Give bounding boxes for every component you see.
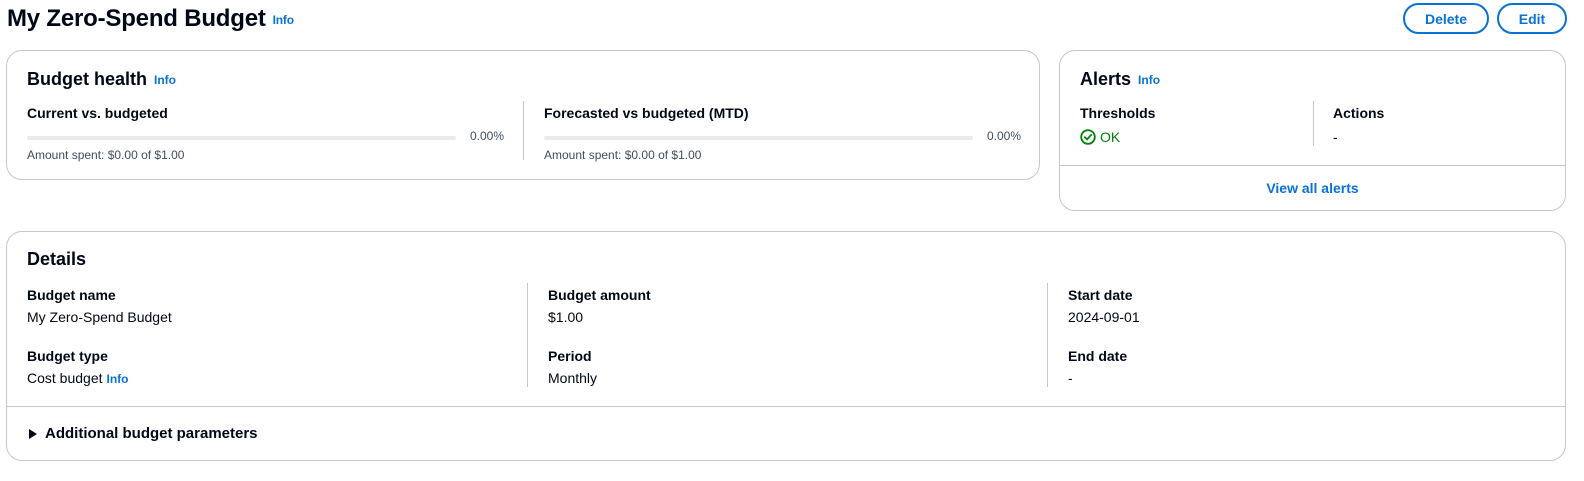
page-title-text: My Zero-Spend Budget	[7, 5, 266, 32]
forecast-progress-percent: 0.00%	[986, 129, 1021, 143]
period-field: Period Monthly	[548, 346, 597, 388]
budget-amount-label: Budget amount	[548, 287, 651, 303]
budget-health-title: Budget health Info	[27, 68, 176, 91]
budget-health-card: Budget health Info Current vs. budgeted 0…	[6, 50, 1040, 180]
forecast-progress-track	[544, 136, 973, 140]
budget-name-label: Budget name	[27, 287, 116, 303]
view-all-alerts-link[interactable]: View all alerts	[1060, 180, 1565, 196]
details-title: Details	[27, 249, 87, 269]
forecasted-vs-budgeted-metric: Forecasted vs budgeted (MTD) 0.00% Amoun…	[544, 103, 1021, 162]
alerts-title: Alerts Info	[1080, 68, 1160, 91]
current-vs-budgeted-metric: Current vs. budgeted 0.00% Amount spent:…	[27, 103, 504, 162]
end-date-field: End date -	[1068, 346, 1127, 388]
details-divider-2	[1047, 283, 1048, 387]
budget-health-info-link[interactable]: Info	[154, 73, 176, 87]
start-date-field: Start date 2024-09-01	[1068, 285, 1140, 327]
thresholds-label: Thresholds	[1080, 105, 1156, 121]
health-column-divider	[523, 101, 524, 160]
start-date-value: 2024-09-01	[1068, 309, 1140, 325]
alerts-card: Alerts Info Thresholds OK Actions - View …	[1059, 50, 1566, 211]
delete-button[interactable]: Delete	[1403, 3, 1489, 34]
edit-button[interactable]: Edit	[1497, 3, 1567, 34]
budget-type-value-row: Cost budget Info	[27, 368, 129, 389]
forecasted-vs-budgeted-label: Forecasted vs budgeted (MTD)	[544, 105, 749, 121]
period-value: Monthly	[548, 370, 598, 386]
current-amount-spent: Amount spent: $0.00 of $1.00	[27, 148, 185, 162]
actions-label: Actions	[1333, 105, 1385, 121]
status-positive-icon	[1080, 129, 1096, 145]
caret-right-icon	[29, 428, 37, 439]
current-progress-percent: 0.00%	[469, 129, 504, 143]
alerts-title-text: Alerts	[1080, 69, 1132, 89]
additional-budget-parameters-label: Additional budget parameters	[45, 425, 258, 442]
details-divider-1	[527, 283, 528, 387]
budget-name-field: Budget name My Zero-Spend Budget	[27, 285, 172, 327]
budget-type-info-link[interactable]: Info	[107, 372, 129, 386]
budget-type-value: Cost budget	[27, 370, 103, 386]
alerts-info-link[interactable]: Info	[1138, 73, 1160, 87]
current-vs-budgeted-label: Current vs. budgeted	[27, 105, 168, 121]
thresholds-field: Thresholds OK	[1080, 103, 1155, 147]
budget-type-label: Budget type	[27, 348, 108, 364]
end-date-label: End date	[1068, 348, 1128, 364]
page-title: My Zero-Spend Budget Info	[7, 5, 294, 34]
end-date-value: -	[1068, 370, 1073, 386]
page-info-link[interactable]: Info	[273, 13, 294, 27]
period-label: Period	[548, 348, 592, 364]
current-progress-bar: 0.00%	[27, 129, 504, 145]
alerts-column-divider	[1313, 101, 1314, 146]
details-card: Details Budget name My Zero-Spend Budget…	[6, 231, 1566, 461]
current-progress-track	[27, 136, 456, 140]
forecast-amount-spent: Amount spent: $0.00 of $1.00	[544, 148, 702, 162]
forecast-progress-bar: 0.00%	[544, 129, 1021, 145]
budget-amount-field: Budget amount $1.00	[548, 285, 651, 327]
budget-type-field: Budget type Cost budget Info	[27, 346, 129, 389]
thresholds-value: OK	[1100, 129, 1121, 145]
details-expander-divider	[7, 406, 1565, 407]
alerts-footer-divider	[1060, 165, 1565, 166]
budget-amount-value: $1.00	[548, 309, 584, 325]
thresholds-status: OK	[1080, 127, 1155, 147]
actions-value: -	[1333, 129, 1338, 145]
actions-field: Actions -	[1333, 103, 1384, 147]
budget-health-title-text: Budget health	[27, 69, 147, 89]
start-date-label: Start date	[1068, 287, 1133, 303]
budget-name-value: My Zero-Spend Budget	[27, 309, 172, 325]
additional-budget-parameters-expander[interactable]: Additional budget parameters	[29, 425, 258, 442]
